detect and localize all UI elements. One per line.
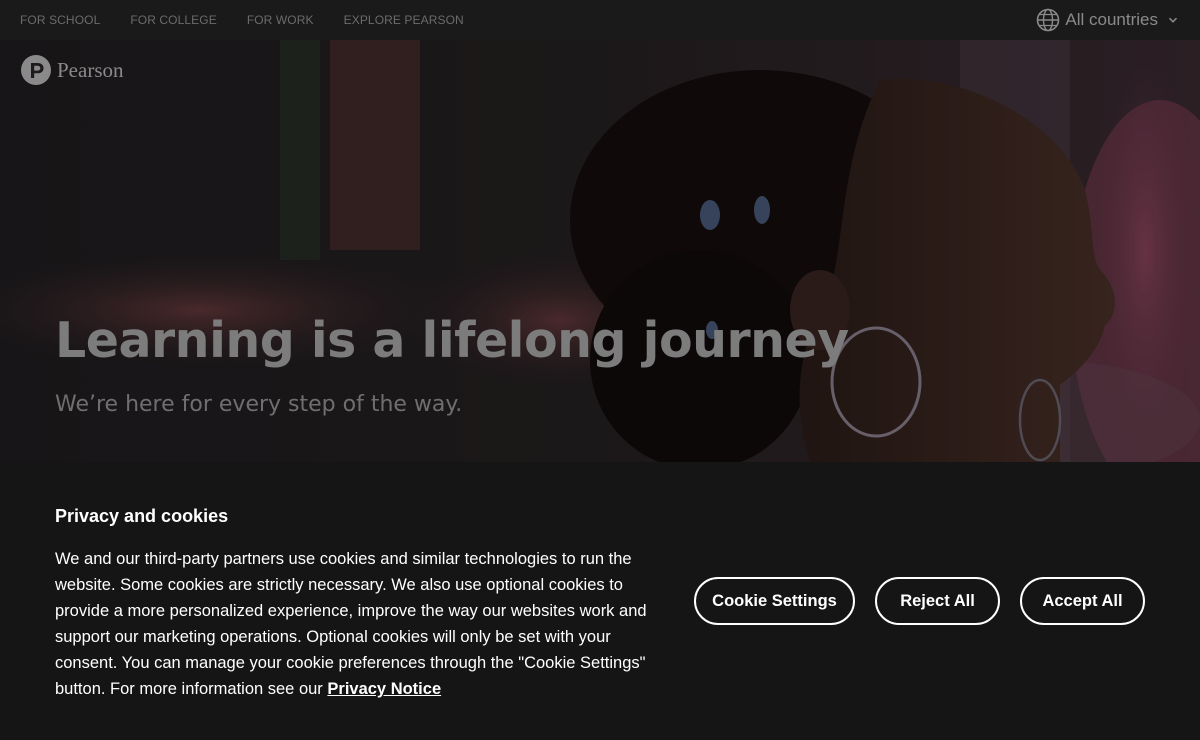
- top-navigation: FOR SCHOOL FOR COLLEGE FOR WORK EXPLORE …: [0, 0, 1200, 40]
- accept-all-button[interactable]: Accept All: [1020, 577, 1145, 625]
- reject-all-button[interactable]: Reject All: [875, 577, 1000, 625]
- hero-section: Pearson Learning is a lifelong journey W…: [0, 40, 1200, 462]
- privacy-notice-link[interactable]: Privacy Notice: [327, 680, 441, 698]
- nav-link-for-work[interactable]: FOR WORK: [247, 13, 314, 27]
- cookie-banner-text: We and our third-party partners use cook…: [55, 546, 675, 702]
- cookie-banner-body: We and our third-party partners use cook…: [55, 550, 647, 698]
- pearson-logo-icon: [21, 55, 51, 85]
- country-label: All countries: [1065, 10, 1158, 29]
- cookie-settings-button[interactable]: Cookie Settings: [694, 577, 855, 625]
- nav-link-explore-pearson[interactable]: EXPLORE PEARSON: [344, 13, 464, 27]
- cookie-banner: Privacy and cookies We and our third-par…: [0, 462, 1200, 740]
- nav-link-for-college[interactable]: FOR COLLEGE: [130, 13, 216, 27]
- logo-wordmark: Pearson: [57, 57, 124, 82]
- country-selector[interactable]: All countries: [1036, 7, 1178, 33]
- globe-icon: [1037, 8, 1060, 32]
- hero-title: Learning is a lifelong journey: [55, 312, 849, 369]
- cookie-banner-title: Privacy and cookies: [55, 506, 229, 526]
- pearson-logo[interactable]: Pearson: [20, 54, 124, 86]
- nav-link-for-school[interactable]: FOR SCHOOL: [20, 13, 100, 27]
- hero-subtitle: We’re here for every step of the way.: [55, 392, 463, 417]
- nav-links: FOR SCHOOL FOR COLLEGE FOR WORK EXPLORE …: [20, 13, 494, 27]
- chevron-down-icon: [1168, 17, 1178, 23]
